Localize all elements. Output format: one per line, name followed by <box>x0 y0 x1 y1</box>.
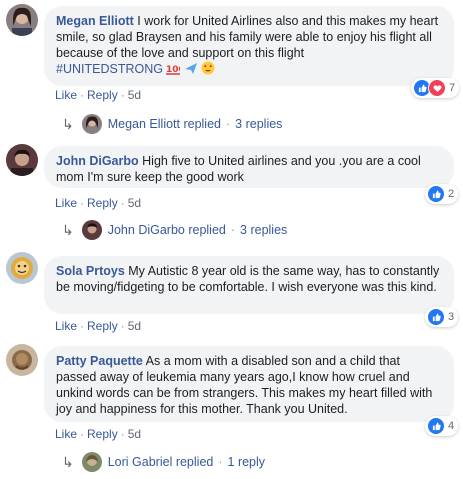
like-reaction-icon <box>427 185 445 203</box>
comment-timestamp[interactable]: 5d <box>128 427 141 441</box>
view-replies-link[interactable]: ↳ Lori Gabriel replied · 1 reply <box>62 452 265 472</box>
avatar[interactable] <box>6 144 38 176</box>
reply-button[interactable]: Reply <box>87 319 118 333</box>
love-reaction-icon <box>428 79 446 97</box>
comment-actions: Like · Reply · 5d <box>55 319 142 333</box>
hundred-emoji-icon: 100 <box>166 65 181 75</box>
comment-bubble: Sola Prtoys My Autistic 8 year old is th… <box>44 256 454 314</box>
like-button[interactable]: Like <box>55 427 77 441</box>
replies-count: 3 replies <box>240 223 288 237</box>
reaction-summary[interactable]: 3 <box>425 307 459 327</box>
avatar[interactable] <box>6 344 38 376</box>
comment-actions: Like · Reply · 5d <box>55 196 142 210</box>
replies-author: Lori Gabriel replied <box>107 455 214 469</box>
view-replies-link[interactable]: ↳ John DiGarbo replied · 3 replies <box>62 220 287 240</box>
comment-actions: Like · Reply · 5d <box>55 427 142 441</box>
like-button[interactable]: Like <box>55 196 77 210</box>
comment-bubble: Patty Paquette As a mom with a disabled … <box>44 346 454 422</box>
hashtag-link[interactable]: #UNITEDSTRONG <box>56 62 163 76</box>
replies-count: 1 reply <box>227 455 266 469</box>
heart-eyes-emoji-icon <box>201 61 215 75</box>
reply-arrow-icon: ↳ <box>62 115 74 132</box>
reply-avatar <box>81 220 102 240</box>
reply-arrow-icon: ↳ <box>62 453 74 470</box>
comment-timestamp[interactable]: 5d <box>128 196 141 210</box>
replies-count: 3 replies <box>235 117 283 131</box>
avatar[interactable] <box>6 4 38 36</box>
reaction-count: 7 <box>449 82 456 94</box>
airplane-emoji-icon <box>184 63 197 74</box>
comment-bubble: John DiGarbo High five to United airline… <box>44 146 454 188</box>
comment-author[interactable]: Patty Paquette <box>56 354 143 368</box>
reaction-summary[interactable]: 2 <box>425 184 459 204</box>
comment-author[interactable]: Sola Prtoys <box>56 264 125 278</box>
like-button[interactable]: Like <box>55 319 77 333</box>
reaction-summary[interactable]: 7 <box>411 78 460 98</box>
comment-timestamp[interactable]: 5d <box>128 319 141 333</box>
reaction-count: 4 <box>448 420 455 432</box>
reply-arrow-icon: ↳ <box>62 221 74 238</box>
comment-author[interactable]: John DiGarbo <box>56 154 139 168</box>
comment-timestamp[interactable]: 5d <box>128 88 141 102</box>
replies-author: John DiGarbo replied <box>107 223 226 237</box>
comment-author[interactable]: Megan Elliott <box>56 14 134 28</box>
avatar[interactable] <box>6 252 38 284</box>
reaction-count: 2 <box>448 188 455 200</box>
reply-avatar <box>81 114 102 134</box>
like-reaction-icon <box>427 417 445 435</box>
reply-button[interactable]: Reply <box>87 427 118 441</box>
comment-actions: Like · Reply · 5d <box>55 88 142 102</box>
comment-bubble: Megan Elliott I work for United Airlines… <box>44 6 454 86</box>
view-replies-link[interactable]: ↳ Megan Elliott replied · 3 replies <box>62 114 282 134</box>
reaction-summary[interactable]: 4 <box>425 416 459 436</box>
like-reaction-icon <box>427 308 445 326</box>
like-button[interactable]: Like <box>55 88 77 102</box>
reply-avatar <box>81 452 102 472</box>
reply-button[interactable]: Reply <box>87 196 118 210</box>
reaction-count: 3 <box>448 311 455 323</box>
replies-author: Megan Elliott replied <box>107 117 221 131</box>
reply-button[interactable]: Reply <box>87 88 118 102</box>
